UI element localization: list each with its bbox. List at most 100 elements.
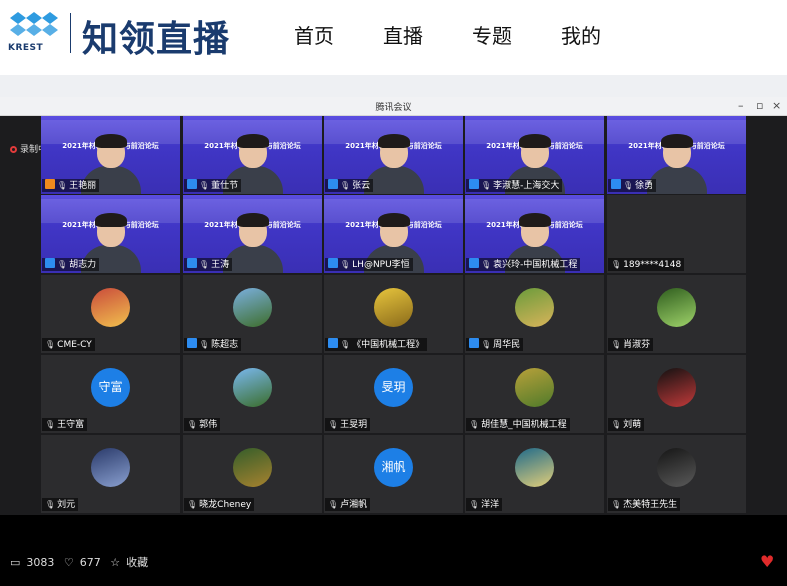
brand-title[interactable]: 知领直播 (82, 10, 230, 62)
viewers-icon: ▭ (10, 556, 21, 569)
participant-tile[interactable]: 2021年材料数字化与前沿论坛🎙李淑慧-上海交大 (465, 116, 604, 194)
avatar (515, 368, 554, 407)
like-heart-icon[interactable]: ♥ (760, 552, 774, 571)
nav-live[interactable]: 直播 (383, 20, 423, 49)
close-icon[interactable]: × (772, 99, 781, 112)
mic-icon: 🎙 (328, 420, 339, 429)
participant-tile[interactable]: 🎙 杰美特王先生 (607, 435, 746, 513)
participant-tile[interactable]: 🎙 《中国机械工程》 (324, 275, 463, 353)
mic-icon: 🎙 (57, 181, 68, 190)
minimize-icon[interactable]: – (738, 99, 744, 112)
participant-tile[interactable]: 🎙 刘元 (41, 435, 180, 513)
mic-icon: 🎙 (469, 420, 480, 429)
participant-tile[interactable]: 湘帆 🎙 卢湘帆 (324, 435, 463, 513)
avatar (374, 288, 413, 327)
participant-tile[interactable]: 🎙 刘萌 (607, 355, 746, 433)
nav-topics[interactable]: 专题 (472, 20, 512, 49)
user-icon (187, 179, 197, 189)
user-icon (328, 338, 338, 348)
participant-tile[interactable]: 2021年材料数字化与前沿论坛🎙张云 (324, 116, 463, 194)
user-icon (45, 258, 55, 268)
meeting-window-title: 腾讯会议 (375, 103, 412, 113)
participant-tile[interactable]: 2021年材料数字化与前沿论坛🎙董仕节 (183, 116, 322, 194)
participant-name: 🎙 袁兴玲-中国机械工程 (466, 258, 581, 271)
participant-name-text: 《中国机械工程》 (352, 340, 425, 350)
participant-tile[interactable]: 2021年材料数字化与前沿论坛🎙LH@NPU李恒 (324, 195, 463, 273)
participant-tile[interactable]: 2021年材料数字化与前沿论坛🎙袁兴玲-中国机械工程 (465, 195, 604, 273)
mic-icon: 🎙 (57, 260, 68, 269)
participant-tile[interactable]: 🎙 周华民 (465, 275, 604, 353)
avatar (515, 288, 554, 327)
participant-name-text: LH@NPU李恒 (352, 260, 410, 270)
user-icon (469, 179, 479, 189)
likes-count: 677 (79, 556, 101, 569)
participant-name: 🎙 189****4148 (608, 258, 685, 271)
favorite-label[interactable]: 收藏 (126, 556, 148, 569)
participant-tile[interactable]: 旻玥 🎙 王旻玥 (324, 355, 463, 433)
mic-icon: 🎙 (45, 500, 56, 509)
mic-icon: 🎙 (469, 500, 480, 509)
participant-tile[interactable]: 2021年材料数字化与前沿论坛🎙徐勇 (607, 116, 746, 194)
participant-name-text: 胡佳慧_中国机械工程 (481, 420, 567, 430)
participant-tile[interactable]: 2021年材料数字化与前沿论坛🎙胡志力 (41, 195, 180, 273)
participant-tile[interactable]: 守富 🎙 王守富 (41, 355, 180, 433)
mic-icon: 🎙 (481, 260, 492, 269)
nav-home[interactable]: 首页 (294, 20, 334, 49)
user-icon (187, 258, 197, 268)
mic-icon: 🎙 (187, 420, 198, 429)
participant-name: 🎙 王守富 (42, 418, 88, 431)
participant-name: 🎙 张云 (325, 179, 374, 192)
user-icon (611, 179, 621, 189)
user-icon (469, 258, 479, 268)
viewers-count: 3083 (26, 556, 55, 569)
like-icon[interactable]: ♡ (64, 556, 74, 569)
participant-name: 🎙 肖淑芬 (608, 338, 654, 351)
participant-name-text: 胡志力 (69, 260, 97, 270)
meeting-video[interactable]: 腾讯会议 – ▫ × 录制中 2021年材料数字化与前沿论坛🎙王艳丽2021年材… (0, 97, 787, 515)
nav-mine[interactable]: 我的 (561, 20, 601, 49)
participant-name-text: 刘元 (57, 500, 76, 510)
participant-tile[interactable]: 🎙 肖淑芬 (607, 275, 746, 353)
player-footer (0, 515, 787, 586)
participant-tile[interactable]: 🎙 189****4148 (607, 195, 746, 273)
participant-name-text: 王守富 (57, 420, 85, 430)
participant-tile[interactable]: 2021年材料数字化与前沿论坛🎙王涛 (183, 195, 322, 273)
participant-name: 🎙 郭伟 (184, 418, 221, 431)
favorite-icon[interactable]: ☆ (110, 556, 120, 569)
participant-name: 🎙 胡佳慧_中国机械工程 (466, 418, 570, 431)
mic-icon: 🎙 (199, 181, 210, 190)
participant-tile[interactable]: 2021年材料数字化与前沿论坛🎙王艳丽 (41, 116, 180, 194)
participant-name-text: 郭伟 (199, 420, 218, 430)
mic-icon: 🎙 (481, 340, 492, 349)
record-icon (10, 146, 17, 153)
participant-tile[interactable]: 🎙 陈超志 (183, 275, 322, 353)
participant-name-text: 王涛 (211, 260, 230, 270)
participant-tile[interactable]: 🎙 郭伟 (183, 355, 322, 433)
user-icon (187, 338, 197, 348)
participant-name: 🎙 胡志力 (42, 258, 100, 271)
mic-icon: 🎙 (199, 340, 210, 349)
avatar (657, 288, 696, 327)
participant-tile[interactable]: 🎙 晓龙Cheney (183, 435, 322, 513)
participant-tile[interactable]: 🎙 胡佳慧_中国机械工程 (465, 355, 604, 433)
participant-tile[interactable]: 🎙 CME-CY (41, 275, 180, 353)
avatar-initials: 湘帆 (374, 448, 413, 487)
participant-name: 🎙 李淑慧-上海交大 (466, 179, 563, 192)
participant-name-text: 洋洋 (481, 500, 500, 510)
participant-name: 🎙 王涛 (184, 258, 233, 271)
meeting-titlebar: 腾讯会议 – ▫ × (0, 97, 787, 116)
stats-bar: ▭ 3083 ♡ 677 ☆ 收藏 (10, 554, 154, 570)
participant-name: 🎙 周华民 (466, 338, 524, 351)
participant-tile[interactable]: 🎙 洋洋 (465, 435, 604, 513)
mic-icon: 🎙 (45, 420, 56, 429)
logo-divider (70, 13, 71, 53)
restore-icon[interactable]: ▫ (756, 99, 763, 112)
site-header: KREST 知领直播 首页 直播 专题 我的 (0, 0, 787, 75)
avatar-initials: 旻玥 (374, 368, 413, 407)
participant-name: 🎙 晓龙Cheney (184, 498, 255, 511)
user-icon (328, 179, 338, 189)
user-icon (469, 338, 479, 348)
participant-name-text: 晓龙Cheney (199, 500, 252, 510)
avatar (233, 288, 272, 327)
mic-icon: 🎙 (611, 340, 622, 349)
